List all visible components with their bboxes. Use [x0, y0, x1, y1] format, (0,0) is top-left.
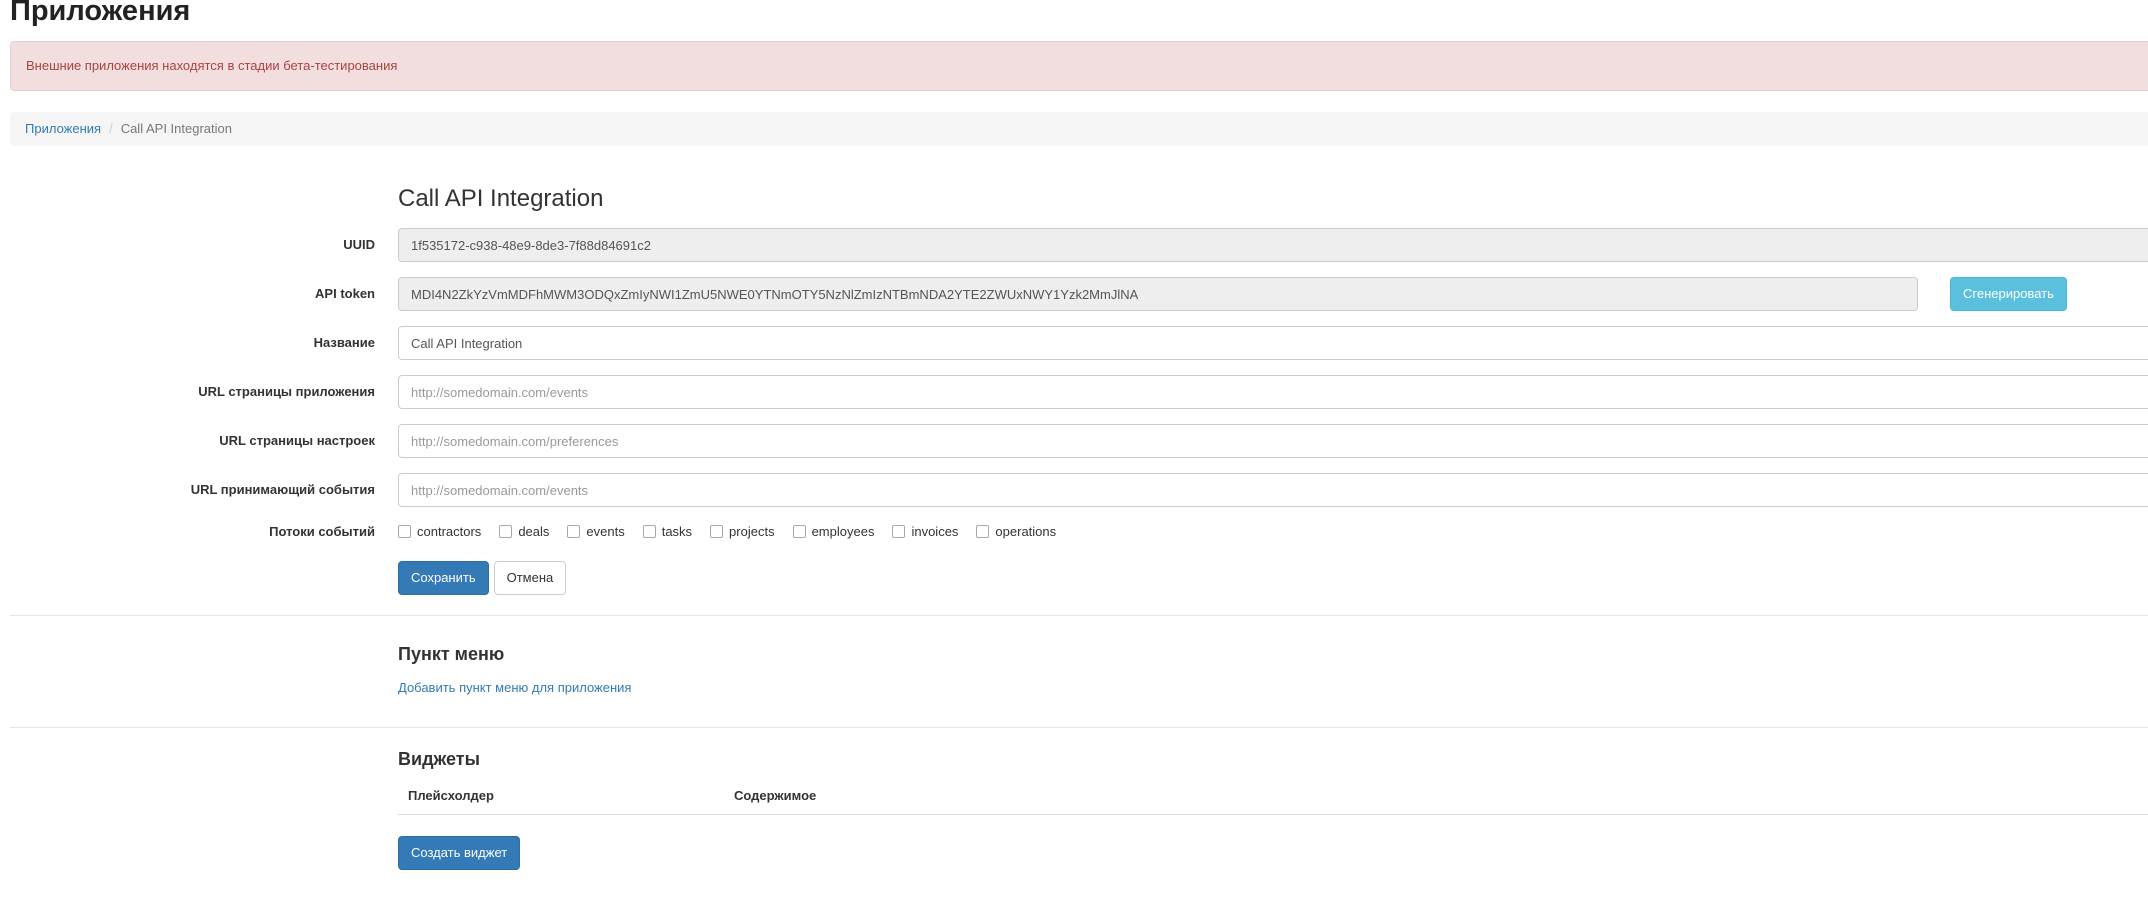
cancel-button[interactable]: Отмена	[494, 561, 567, 595]
settings-url-row: URL страницы настроек	[0, 424, 2148, 458]
event-stream-checkbox-operations[interactable]	[976, 525, 989, 538]
event-stream-option-deals[interactable]: deals	[499, 524, 549, 539]
uuid-field[interactable]	[398, 228, 2148, 262]
event-stream-option-events[interactable]: events	[567, 524, 624, 539]
save-button[interactable]: Сохранить	[398, 561, 489, 595]
uuid-label: UUID	[0, 228, 375, 262]
event-stream-option-label: tasks	[662, 524, 692, 539]
event-streams-label: Потоки событий	[0, 522, 375, 539]
event-stream-option-label: projects	[729, 524, 775, 539]
alert-text: Внешние приложения находятся в стадии бе…	[26, 58, 397, 73]
breadcrumb-separator: /	[109, 121, 113, 136]
add-menu-item-link[interactable]: Добавить пункт меню для приложения	[398, 680, 631, 695]
event-stream-checkbox-tasks[interactable]	[643, 525, 656, 538]
event-stream-option-label: events	[586, 524, 624, 539]
event-stream-option-label: employees	[812, 524, 875, 539]
event-stream-option-projects[interactable]: projects	[710, 524, 775, 539]
page-title: Приложения	[10, 0, 2148, 28]
section-divider	[10, 727, 2148, 728]
breadcrumb-link-applications[interactable]: Приложения	[25, 121, 101, 136]
event-stream-option-tasks[interactable]: tasks	[643, 524, 692, 539]
app-url-field[interactable]	[398, 375, 2148, 409]
event-stream-checkbox-events[interactable]	[567, 525, 580, 538]
widgets-table-header-row: Плейсхолдер Содержимое	[398, 770, 2148, 815]
widgets-section-title: Виджеты	[398, 749, 2148, 770]
uuid-row: UUID	[0, 228, 2148, 262]
event-stream-checkbox-contractors[interactable]	[398, 525, 411, 538]
events-url-row: URL принимающий события	[0, 473, 2148, 507]
app-url-label: URL страницы приложения	[0, 375, 375, 409]
event-stream-checkbox-invoices[interactable]	[892, 525, 905, 538]
settings-url-label: URL страницы настроек	[0, 424, 375, 458]
event-stream-checkbox-projects[interactable]	[710, 525, 723, 538]
app-title: Call API Integration	[398, 186, 2148, 212]
api-token-label: API token	[0, 277, 375, 311]
widgets-table: Плейсхолдер Содержимое	[398, 770, 2148, 815]
beta-warning-alert: Внешние приложения находятся в стадии бе…	[10, 41, 2148, 91]
breadcrumb-current: Call API Integration	[121, 121, 232, 136]
widgets-actions: Создать виджет	[398, 836, 2148, 870]
events-url-field[interactable]	[398, 473, 2148, 507]
event-stream-option-employees[interactable]: employees	[793, 524, 875, 539]
api-token-row: API token Сгенерировать	[0, 277, 2148, 311]
api-token-field[interactable]	[398, 277, 1918, 311]
widgets-column-placeholder: Плейсхолдер	[398, 770, 724, 815]
settings-url-field[interactable]	[398, 424, 2148, 458]
form-actions: Сохранить Отмена	[398, 561, 2148, 595]
events-url-label: URL принимающий события	[0, 473, 375, 507]
event-stream-option-contractors[interactable]: contractors	[398, 524, 481, 539]
event-stream-option-label: operations	[995, 524, 1056, 539]
event-stream-option-label: contractors	[417, 524, 481, 539]
section-divider	[10, 615, 2148, 616]
breadcrumb: Приложения / Call API Integration	[10, 112, 2148, 146]
widgets-column-content: Содержимое	[724, 770, 2148, 815]
app-url-row: URL страницы приложения	[0, 375, 2148, 409]
name-field[interactable]	[398, 326, 2148, 360]
name-label: Название	[0, 326, 375, 360]
create-widget-button[interactable]: Создать виджет	[398, 836, 520, 870]
event-stream-option-operations[interactable]: operations	[976, 524, 1056, 539]
name-row: Название	[0, 326, 2148, 360]
event-stream-option-invoices[interactable]: invoices	[892, 524, 958, 539]
menu-section-title: Пункт меню	[398, 644, 2148, 665]
generate-token-button[interactable]: Сгенерировать	[1950, 277, 2067, 311]
event-stream-option-label: invoices	[911, 524, 958, 539]
event-stream-checkbox-deals[interactable]	[499, 525, 512, 538]
event-stream-checkbox-employees[interactable]	[793, 525, 806, 538]
event-stream-option-label: deals	[518, 524, 549, 539]
event-streams-row: Потоки событий contractors deals events …	[0, 522, 2148, 539]
